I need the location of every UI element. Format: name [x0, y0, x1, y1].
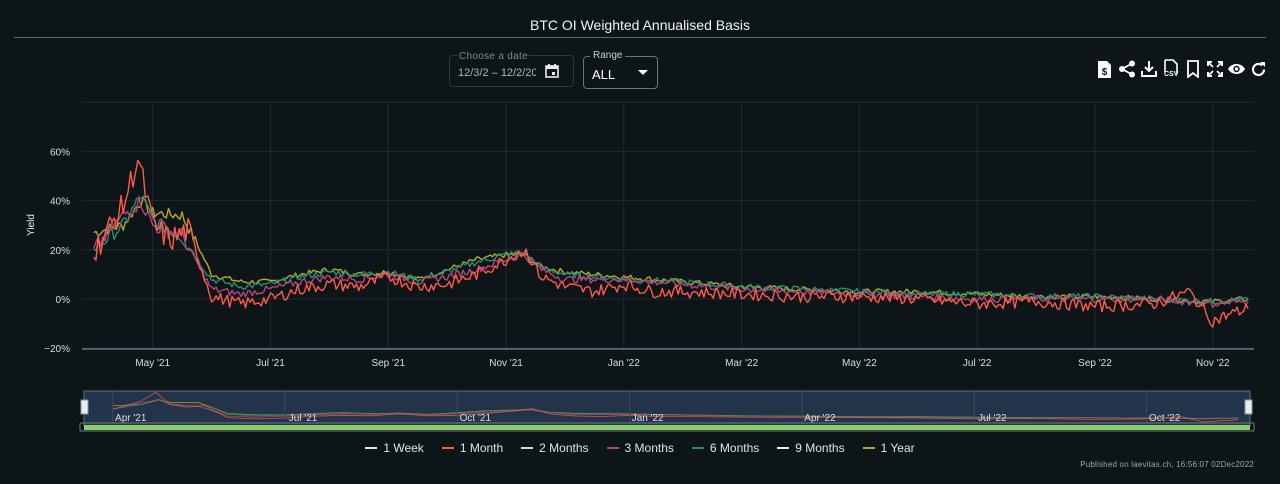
legend-label: 3 Months [624, 441, 674, 455]
legend-item-2-months[interactable]: 2 Months [521, 441, 589, 455]
legend-label: 1 Year [880, 441, 915, 455]
y-tick-label: 40% [50, 197, 70, 208]
legend-swatch [691, 447, 704, 449]
chart-canvas[interactable]: May '21 Jul '21 Sep '21 Nov '21 Jan '22 Mar '… [0, 0, 1280, 440]
navigator-handle[interactable] [80, 399, 89, 415]
x-tick-label: Sep '22 [1078, 358, 1112, 369]
legend-item-3-months[interactable]: 3 Months [606, 441, 674, 455]
chart-legend: 1 Week 1 Month 2 Months 3 Months 6 Months 9 M… [0, 441, 1280, 455]
y-tick-label: −20% [44, 344, 70, 355]
navigator-scrollbar [84, 425, 1250, 430]
legend-swatch [441, 447, 454, 449]
x-tick-label: May '22 [842, 358, 877, 369]
legend-swatch [365, 447, 378, 449]
legend-item-9-months[interactable]: 9 Months [777, 441, 845, 455]
legend-label: 1 Month [459, 441, 504, 455]
navigator-tick-label: Apr '22 [804, 413, 836, 424]
legend-item-1-month[interactable]: 1 Month [441, 441, 504, 455]
x-tick-label: Jan '22 [608, 358, 640, 369]
x-tick-label: Sep '21 [371, 358, 405, 369]
navigator-tick-label: Jul '22 [978, 413, 1007, 424]
navigator-tick-label: Jan '22 [632, 413, 664, 424]
legend-label: 9 Months [795, 441, 845, 455]
y-axis-label: Yield [26, 214, 37, 236]
navigator-tick-label: Oct '21 [460, 413, 492, 424]
legend-label: 1 Week [383, 441, 424, 455]
x-tick-label: Mar '22 [725, 358, 758, 369]
legend-swatch [606, 447, 619, 449]
x-tick-label: Jul '22 [963, 358, 992, 369]
navigator-tick-label: Oct '22 [1149, 413, 1181, 424]
y-tick-label: 20% [50, 246, 70, 257]
legend-swatch [777, 447, 790, 449]
legend-swatch [862, 447, 875, 449]
navigator-handle[interactable] [1244, 399, 1253, 415]
navigator-tick-label: Apr '21 [115, 413, 147, 424]
published-note: Published on laevitas.ch, 16:56:07 02Dec… [1080, 460, 1254, 469]
legend-item-6-months[interactable]: 6 Months [691, 441, 760, 455]
legend-label: 2 Months [539, 441, 589, 455]
x-tick-label: Nov '22 [1196, 358, 1230, 369]
legend-label: 6 Months [709, 441, 760, 455]
x-tick-label: Nov '21 [489, 358, 523, 369]
y-tick-label: 0% [56, 295, 71, 306]
x-tick-label: May '21 [135, 358, 170, 369]
y-tick-label: 60% [50, 147, 70, 158]
series-line-1-month [93, 159, 1249, 328]
legend-swatch [521, 447, 534, 449]
legend-item-1-week[interactable]: 1 Week [365, 441, 424, 455]
x-tick-label: Jul '21 [256, 358, 285, 369]
series-line-3-months [93, 195, 1249, 309]
navigator-tick-label: Jul '21 [289, 413, 318, 424]
legend-item-1-year[interactable]: 1 Year [862, 441, 915, 455]
navigator-window [83, 390, 1251, 427]
